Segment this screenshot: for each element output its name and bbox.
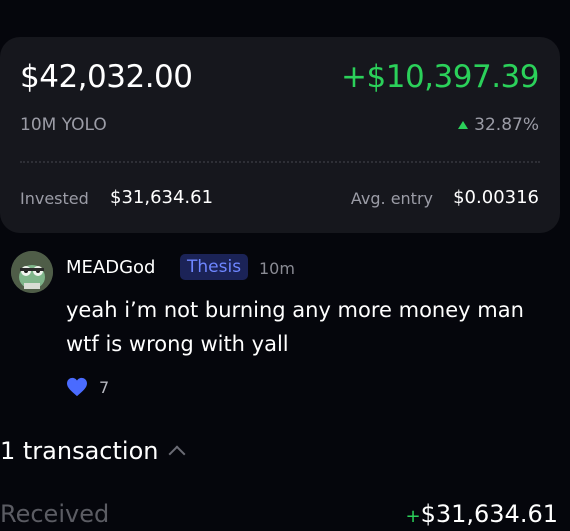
heart-icon [67, 377, 87, 397]
transaction-amount-value: $31,634.61 [420, 500, 558, 528]
transactions-header: 1 transaction [0, 437, 159, 465]
transactions-toggle[interactable]: 1 transaction [0, 437, 186, 465]
username[interactable]: MEADGod [66, 257, 155, 278]
invested-label: Invested [20, 189, 89, 208]
coin-name: 10M YOLO [20, 115, 107, 135]
avatar-image [11, 251, 53, 293]
position-card: $42,032.00 +$10,397.39 10M YOLO 32.87% I… [0, 37, 560, 233]
divider [20, 161, 540, 163]
transaction-amount: +$31,634.61 [405, 500, 558, 528]
transaction-type: Received [0, 500, 110, 528]
position-value: $42,032.00 [20, 59, 193, 95]
pnl-percent-value: 32.87% [474, 115, 539, 135]
avg-entry-value: $0.00316 [453, 187, 539, 208]
pnl-percent: 32.87% [458, 115, 539, 135]
like-button[interactable]: 7 [66, 377, 109, 397]
post-time: 10m [259, 259, 295, 278]
chevron-up-icon [168, 445, 186, 463]
invested-value: $31,634.61 [110, 187, 214, 208]
thesis-badge: Thesis [180, 254, 249, 280]
like-count: 7 [99, 377, 110, 397]
avg-entry-label: Avg. entry [350, 189, 433, 208]
avatar[interactable] [11, 251, 53, 293]
post-text: yeah i’m not burning any more money man … [66, 298, 524, 356]
triangle-up-icon [458, 121, 469, 129]
pnl-amount: +$10,397.39 [341, 59, 539, 95]
transaction-sign: + [405, 506, 421, 527]
